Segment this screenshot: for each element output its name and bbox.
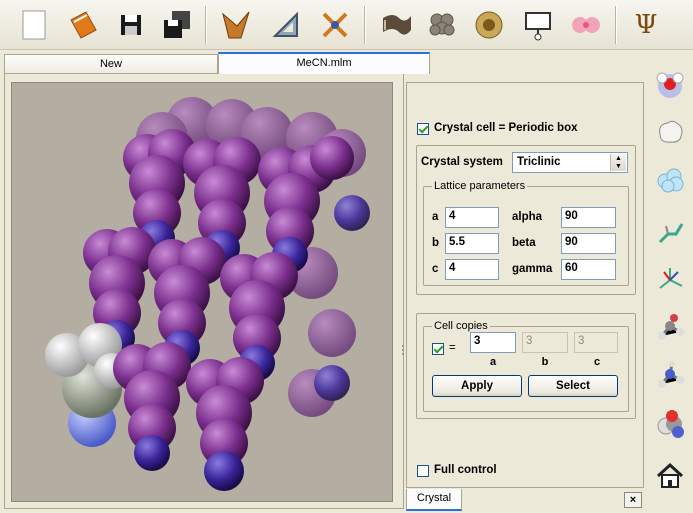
lattice-beta-label: beta (512, 237, 536, 249)
scissors-icon[interactable] (315, 5, 355, 45)
tab-mecn[interactable]: MeCN.mlm (218, 52, 430, 74)
copy-b-label: b (541, 356, 549, 368)
property-icon[interactable] (518, 5, 558, 45)
periodic-box-label: Crystal cell = Periodic box (434, 122, 578, 134)
tab-crystal[interactable]: Crystal (406, 489, 462, 511)
toolbar-separator (205, 6, 207, 44)
cell-copies-group: Cell copies = 3 3 3 a b c Apply Select (423, 320, 629, 412)
cell-copies-outer-group: Cell copies = 3 3 3 a b c Apply Select (416, 313, 636, 419)
lattice-c-input[interactable]: 4 (445, 259, 499, 280)
crystal-model (45, 97, 370, 491)
molecule-surface-icon[interactable] (422, 5, 462, 45)
lattice-alpha-label: alpha (512, 211, 543, 223)
chevron-updown-icon: ▲ ▼ (610, 154, 626, 171)
wireframe-icon[interactable] (650, 212, 690, 252)
new-file-icon[interactable] (14, 5, 54, 45)
open-book-icon[interactable] (63, 5, 103, 45)
cell-copies-checkbox[interactable] (432, 343, 444, 355)
lattice-alpha-input[interactable]: 90 (561, 207, 616, 228)
space-fill-icon[interactable] (650, 404, 690, 444)
psi-icon[interactable]: Ψ (626, 5, 666, 45)
full-control-label: Full control (434, 464, 497, 476)
lattice-a-label: a (432, 211, 439, 223)
apply-button[interactable]: Apply (432, 375, 522, 397)
tab-new[interactable]: New (4, 54, 218, 74)
stick-model-icon[interactable] (650, 260, 690, 300)
molecular-viewport[interactable] (11, 82, 393, 502)
lattice-c-label: c (432, 263, 439, 275)
lattice-b-label: b (432, 237, 440, 249)
measure-icon[interactable] (266, 5, 306, 45)
ribbon-icon[interactable] (377, 5, 417, 45)
copy-a-label: a (489, 356, 497, 368)
document-tabs: New MeCN.mlm (4, 52, 430, 74)
full-control-checkbox[interactable] (417, 465, 429, 477)
lattice-beta-input[interactable]: 90 (561, 233, 616, 254)
close-icon: × (629, 494, 637, 506)
lattice-parameters-group: Lattice parameters a 4 alpha 90 b 5.5 be… (423, 180, 629, 286)
surface-cloud-icon[interactable] (650, 160, 690, 200)
toolbar-separator (364, 6, 366, 44)
close-panel-button[interactable]: × (624, 492, 642, 508)
main-frame (4, 73, 404, 509)
crystal-system-select[interactable]: Triclinic ▲ ▼ (512, 152, 628, 173)
copy-b-input: 3 (522, 332, 568, 353)
save-icon[interactable] (112, 5, 152, 45)
mecn-highlight-molecule (45, 323, 130, 447)
surface-outline-icon[interactable] (650, 112, 690, 152)
select-button[interactable]: Select (528, 375, 618, 397)
fragment-icon[interactable] (216, 5, 256, 45)
dipole-icon[interactable] (566, 5, 606, 45)
copy-c-input: 3 (574, 332, 618, 353)
periodic-box-checkbox[interactable] (417, 123, 429, 135)
view-splitter-handle[interactable] (401, 344, 405, 358)
lattice-parameters-title: Lattice parameters (432, 180, 528, 192)
lattice-a-input[interactable]: 4 (445, 207, 499, 228)
crystal-panel: Crystal cell = Periodic box Crystal syst… (406, 82, 644, 488)
lattice-b-input[interactable]: 5.5 (445, 233, 499, 254)
right-toolbar (648, 52, 693, 513)
copy-a-input[interactable]: 3 (470, 332, 516, 353)
home-icon[interactable] (650, 456, 690, 496)
lattice-gamma-label: gamma (512, 263, 553, 275)
molecule-front-row (113, 342, 264, 491)
panel-tabs: Crystal × (406, 489, 644, 511)
atom-display-icon[interactable] (650, 64, 690, 104)
orbital-ring-icon[interactable] (469, 5, 509, 45)
lattice-gamma-input[interactable]: 60 (561, 259, 616, 280)
cell-copies-title: Cell copies (432, 320, 490, 332)
crystal-system-label: Crystal system (421, 156, 503, 168)
psi-label: Ψ (634, 10, 658, 40)
equals-label: = (449, 342, 456, 354)
main-toolbar: Ψ (0, 0, 693, 50)
ball-stick-nitrogen-icon[interactable] (650, 356, 690, 396)
crystal-system-value: Triclinic (517, 156, 561, 168)
copy-c-label: c (593, 356, 601, 368)
toolbar-separator (615, 6, 617, 44)
save-all-icon[interactable] (157, 5, 197, 45)
crystal-system-group: Crystal system Triclinic ▲ ▼ Lattice para… (416, 145, 636, 295)
ball-stick-icon[interactable] (650, 308, 690, 348)
